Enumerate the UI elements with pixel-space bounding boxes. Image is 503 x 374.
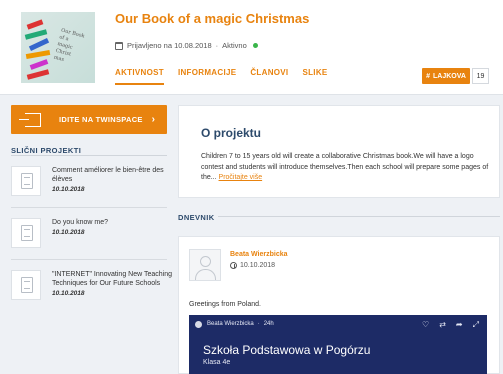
document-icon (11, 218, 41, 248)
divider (11, 259, 167, 260)
similar-project-date: 10.10.2018 (52, 186, 85, 193)
registered-date: Prijavljeno na 10.08.2018 (127, 41, 212, 50)
twinspace-label: IDITE NA TWINSPACE (59, 115, 143, 124)
calendar-icon (115, 41, 123, 50)
project-header: Our Book of a magic Christ mas Our Book … (0, 0, 503, 95)
clock-icon (230, 262, 237, 269)
repost-icon[interactable]: ⇄ (439, 320, 446, 330)
about-heading: O projektu (201, 126, 262, 140)
similar-projects-title: SLIČNI PROJEKTI (11, 146, 82, 155)
like-label: LAJKOVA (432, 72, 466, 80)
similar-project-item[interactable]: Do you know me? 10.10.2018 (11, 218, 167, 250)
like-button[interactable]: # LAJKOVA (422, 68, 470, 84)
status-dot-icon (252, 43, 258, 48)
document-icon (11, 166, 41, 196)
embed-age: 24h (263, 321, 274, 327)
post-text: Greetings from Poland. (189, 301, 261, 308)
project-meta: Prijavljeno na 10.08.2018 · Aktivno (115, 41, 258, 50)
post-author[interactable]: Beata Wierzbicka (230, 251, 288, 258)
project-cover-image: Our Book of a magic Christ mas (21, 12, 95, 83)
similar-project-item[interactable]: "INTERNET" Innovating New Teaching Techn… (11, 270, 172, 315)
tab-slike[interactable]: SLIKE (302, 68, 327, 85)
chevron-right-icon: › (151, 114, 155, 125)
cover-handwriting: Our Book of a magic Christ mas (53, 27, 86, 63)
similar-project-date: 10.10.2018 (52, 290, 85, 297)
divider (11, 207, 167, 208)
similar-project-title[interactable]: Do you know me? (52, 218, 172, 227)
like-count: 19 (472, 68, 489, 84)
embedded-post[interactable]: Beata Wierzbicka · 24h ♡ ⇄ ➦ ⤢ Szkoła Po… (189, 315, 487, 374)
hash-icon: # (426, 72, 430, 80)
heart-icon[interactable]: ♡ (422, 320, 429, 330)
about-project-card: O projektu Children 7 to 15 years old wi… (178, 105, 500, 198)
read-more-link[interactable]: Pročitajte više (219, 174, 263, 181)
embed-author: Beata Wierzbicka (207, 321, 254, 327)
journal-post: Beata Wierzbicka 10.10.2018 Greetings fr… (178, 236, 500, 374)
tab-clanovi[interactable]: ČLANOVI (250, 68, 288, 85)
status-label: Aktivno (222, 41, 247, 50)
expand-icon[interactable]: ⤢ (473, 320, 479, 330)
divider (218, 216, 500, 217)
similar-project-date: 10.10.2018 (52, 229, 85, 236)
embed-separator: · (257, 321, 260, 327)
divider (11, 155, 167, 156)
twinspace-button[interactable]: IDITE NA TWINSPACE › (11, 105, 167, 134)
journal-title: DNEVNIK (178, 213, 215, 222)
share-icon[interactable]: ➦ (456, 320, 463, 330)
meta-separator: · (215, 41, 219, 50)
similar-project-item[interactable]: Comment améliorer le bien-être des élève… (11, 166, 167, 202)
embed-title: Szkoła Podstawowa w Pogórzu (203, 343, 371, 357)
tab-aktivnost[interactable]: AKTIVNOST (115, 68, 164, 85)
document-icon (11, 270, 41, 300)
post-date-text: 10.10.2018 (240, 262, 276, 269)
avatar[interactable] (189, 249, 221, 281)
embed-avatar (195, 320, 202, 328)
about-text: Children 7 to 15 years old will create a… (201, 152, 491, 184)
similar-project-title[interactable]: Comment améliorer le bien-être des élève… (52, 166, 172, 184)
project-title: Our Book of a magic Christmas (115, 11, 310, 26)
project-tabs: AKTIVNOST INFORMACIJE ČLANOVI SLIKE (115, 68, 328, 85)
tab-informacije[interactable]: INFORMACIJE (178, 68, 236, 85)
similar-project-title[interactable]: "INTERNET" Innovating New Teaching Techn… (52, 270, 172, 288)
embed-subtitle: Klasa 4e (203, 359, 231, 366)
embed-actions: ♡ ⇄ ➦ ⤢ (422, 320, 479, 330)
enter-door-icon (19, 112, 41, 127)
post-date: 10.10.2018 (230, 262, 275, 269)
